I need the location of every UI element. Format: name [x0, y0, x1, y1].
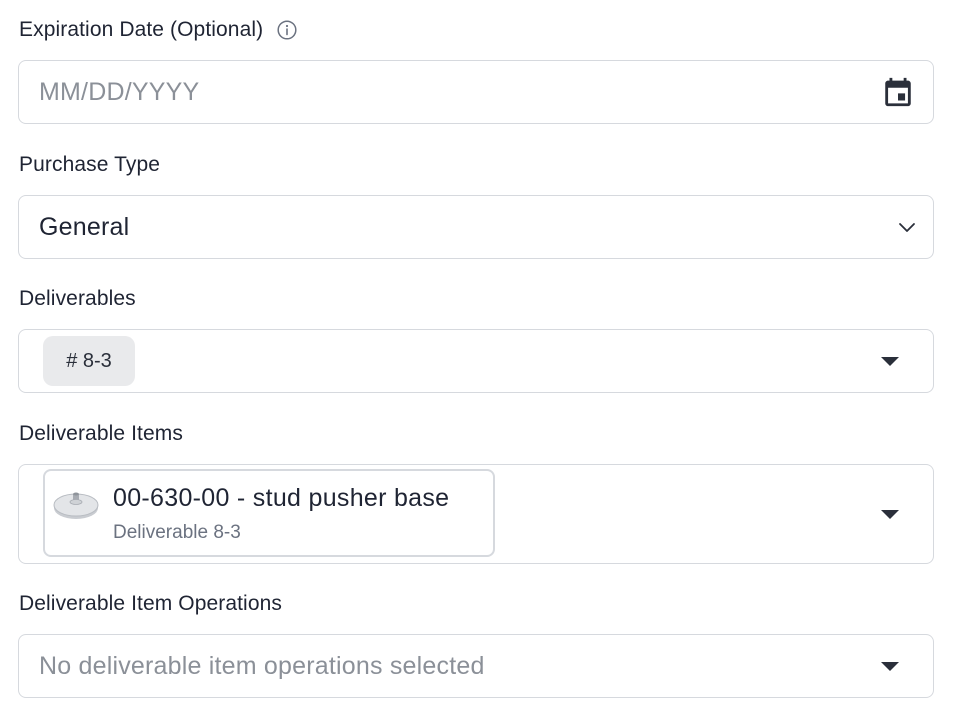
- deliverable-items-select[interactable]: 00-630-00 - stud pusher base Deliverable…: [18, 464, 934, 564]
- deliverable-chip[interactable]: # 8-3: [43, 336, 135, 386]
- expiration-date-field[interactable]: MM/DD/YYYY: [18, 60, 934, 124]
- caret-down-icon[interactable]: [881, 357, 899, 366]
- part-thumbnail: [53, 492, 99, 519]
- deliverable-item-operations-label-text: Deliverable Item Operations: [19, 592, 282, 615]
- deliverable-item-operations-select[interactable]: No deliverable item operations selected: [18, 634, 934, 698]
- caret-down-icon[interactable]: [881, 510, 899, 519]
- deliverables-label-text: Deliverables: [19, 287, 136, 310]
- expiration-date-label: Expiration Date (Optional): [19, 18, 297, 42]
- deliverables-label: Deliverables: [19, 287, 136, 311]
- deliverable-item-operations-placeholder: No deliverable item operations selected: [39, 651, 485, 680]
- expiration-date-placeholder: MM/DD/YYYY: [39, 77, 200, 106]
- purchase-type-label: Purchase Type: [19, 153, 160, 177]
- deliverables-select[interactable]: # 8-3: [18, 329, 934, 393]
- expiration-date-label-text: Expiration Date (Optional): [19, 18, 264, 41]
- deliverable-items-label-text: Deliverable Items: [19, 422, 183, 445]
- deliverable-item-title: 00-630-00 - stud pusher base: [113, 484, 450, 512]
- purchase-type-label-text: Purchase Type: [19, 153, 160, 176]
- deliverable-item-operations-label: Deliverable Item Operations: [19, 592, 282, 616]
- info-icon[interactable]: [277, 20, 297, 40]
- deliverable-items-label: Deliverable Items: [19, 422, 183, 446]
- calendar-icon[interactable]: [881, 75, 915, 109]
- deliverable-item-subtitle: Deliverable 8-3: [113, 522, 241, 543]
- purchase-type-select[interactable]: General: [18, 195, 934, 259]
- deliverable-item-card[interactable]: 00-630-00 - stud pusher base Deliverable…: [43, 469, 495, 557]
- caret-down-icon[interactable]: [881, 662, 899, 671]
- chevron-down-icon[interactable]: [897, 217, 917, 237]
- purchase-type-value: General: [39, 212, 130, 241]
